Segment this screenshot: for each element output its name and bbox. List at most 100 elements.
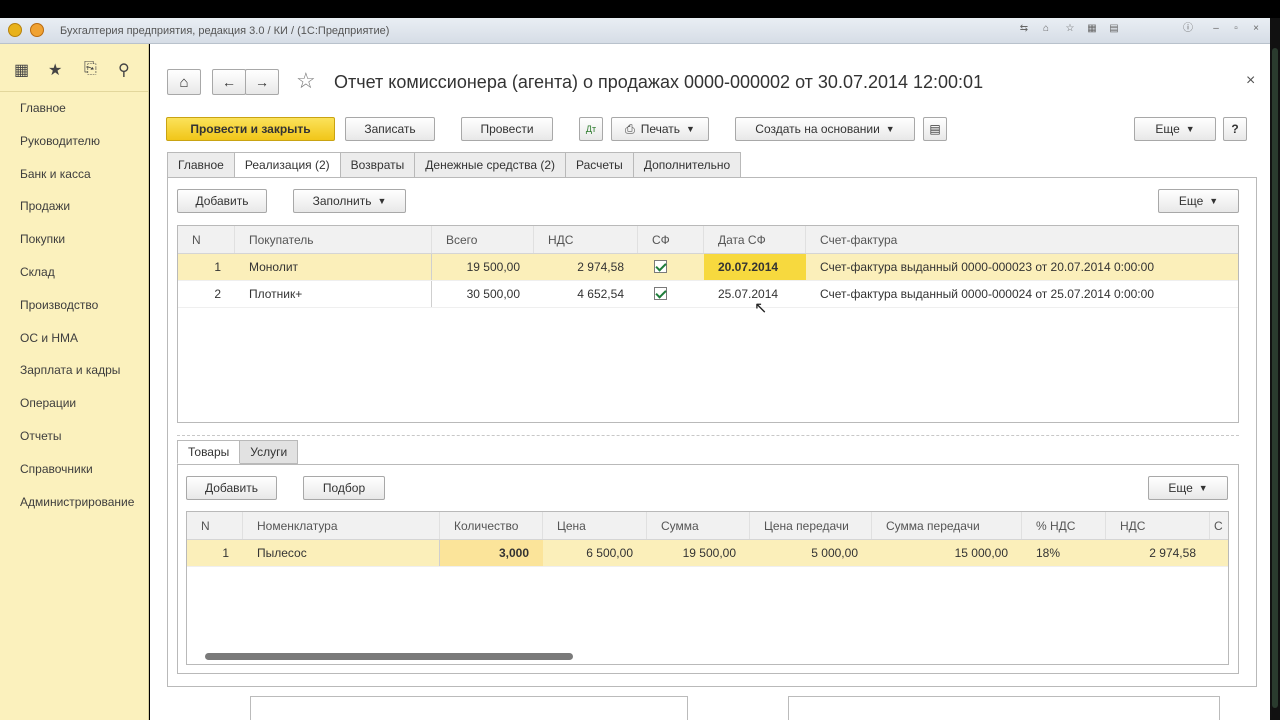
cell-item[interactable]: Пылесос [243,540,440,566]
cell-invoice-flag[interactable] [638,281,704,307]
minimize-icon[interactable]: – [1210,23,1222,35]
sidebar-item-warehouse[interactable]: Склад [0,256,148,289]
column-header[interactable]: Покупатель [235,226,432,253]
column-header[interactable]: Количество [440,512,543,539]
sidebar-item-reports[interactable]: Отчеты [0,420,148,453]
post-and-close-button[interactable]: Провести и закрыть [166,117,335,141]
table-row[interactable]: 1 Монолит 19 500,00 2 974,58 20.07.2014 … [178,254,1238,281]
splitter[interactable] [177,435,1239,436]
table-row[interactable]: 1 Пылесос 3,000 6 500,00 19 500,00 5 000… [187,540,1228,567]
cell-vat-rate[interactable]: 18% [1022,540,1106,566]
sidebar-item-production[interactable]: Производство [0,289,148,322]
column-header[interactable]: Сумма передачи [872,512,1022,539]
column-header[interactable]: Цена передачи [750,512,872,539]
sidebar-item-admin[interactable]: Администрирование [0,486,148,519]
forward-button[interactable]: → [245,69,279,95]
cell-invoice-flag[interactable] [638,254,704,280]
column-header[interactable]: Сумма [647,512,750,539]
menu-icon[interactable] [30,23,44,37]
cell-price[interactable]: 6 500,00 [543,540,647,566]
post-button[interactable]: Провести [461,117,553,141]
column-header[interactable]: Номенклатура [243,512,440,539]
tab-sales[interactable]: Реализация (2) [234,152,341,178]
save-button[interactable]: Записать [345,117,435,141]
sales-more-button[interactable]: Еще ▼ [1158,189,1239,213]
cell-buyer[interactable]: Плотник+ [235,281,432,307]
column-header[interactable]: НДС [534,226,638,253]
checkbox-checked-icon[interactable] [654,260,667,273]
sidebar-item-purchases[interactable]: Покупки [0,223,148,256]
close-window-icon[interactable]: × [1250,23,1262,35]
tab-cash[interactable]: Денежные средства (2) [415,152,567,178]
pick-button[interactable]: Подбор [303,476,385,500]
cell-transfer-price[interactable]: 5 000,00 [750,540,872,566]
tab-goods[interactable]: Товары [177,440,241,464]
column-header[interactable]: НДС [1106,512,1210,539]
sidebar-item-sales[interactable]: Продажи [0,190,148,223]
tab-main[interactable]: Главное [167,152,235,178]
restore-icon[interactable]: ▫ [1230,23,1242,35]
column-header[interactable]: % НДС [1022,512,1106,539]
home-icon[interactable]: ⌂ [1040,23,1052,35]
apps-grid-icon[interactable]: ▦ [14,60,29,80]
search-icon[interactable]: ⚲ [118,60,130,80]
back-button[interactable]: ← [212,69,246,95]
goods-add-button[interactable]: Добавить [186,476,277,500]
calendar-icon[interactable]: ▦ [1086,23,1098,35]
cell-invoice[interactable]: Счет-фактура выданный 0000-000023 от 20.… [806,254,1238,280]
help-button[interactable]: ? [1223,117,1247,141]
column-header[interactable]: N [178,226,235,253]
sales-add-button[interactable]: Добавить [177,189,267,213]
info-icon[interactable]: ⓘ [1182,23,1194,35]
cell-qty[interactable]: 3,000 [440,540,543,566]
sidebar-item-payroll[interactable]: Зарплата и кадры [0,354,148,387]
tab-returns[interactable]: Возвраты [340,152,416,178]
cell-vat[interactable]: 2 974,58 [1106,540,1210,566]
column-header[interactable]: N [187,512,243,539]
horizontal-scrollbar[interactable] [205,653,573,660]
column-header[interactable]: С [1210,512,1228,539]
create-based-on-button[interactable]: Создать на основании ▼ [735,117,915,141]
tab-services[interactable]: Услуги [240,440,299,464]
scrollbar-thumb[interactable] [1272,48,1278,708]
tab-settlements[interactable]: Расчеты [566,152,634,178]
checkbox-checked-icon[interactable] [654,287,667,300]
more-button[interactable]: Еще ▼ [1134,117,1216,141]
outer-scrollbar[interactable] [1270,18,1280,720]
print-button[interactable]: ⎙ Печать ▼ [611,117,709,141]
document-structure-button[interactable]: ▤ [923,117,947,141]
cell-sum[interactable]: 19 500,00 [647,540,750,566]
nav-icon[interactable]: ⇆ [1018,23,1030,35]
sidebar-item-catalogs[interactable]: Справочники [0,453,148,486]
sidebar-item-operations[interactable]: Операции [0,387,148,420]
home-button[interactable]: ⌂ [167,69,201,95]
cell-total[interactable]: 19 500,00 [432,254,534,280]
column-header[interactable]: Счет-фактура [806,226,1238,253]
column-header[interactable]: Цена [543,512,647,539]
sidebar-item-main[interactable]: Главное [0,92,148,125]
column-header[interactable]: СФ [638,226,704,253]
column-header[interactable]: Всего [432,226,534,253]
tab-additional[interactable]: Дополнительно [633,152,742,178]
cell-vat[interactable]: 4 652,54 [534,281,638,307]
column-header[interactable]: Дата СФ [704,226,806,253]
history-icon[interactable]: ⎘ [84,60,97,78]
bottom-field[interactable] [250,696,688,720]
grid-icon[interactable]: ▤ [1108,23,1120,35]
favorite-star-icon[interactable]: ☆ [296,68,316,94]
cell-invoice[interactable]: Счет-фактура выданный 0000-000024 от 25.… [806,281,1238,307]
favorites-star-icon[interactable]: ★ [48,60,62,80]
goods-more-button[interactable]: Еще ▼ [1148,476,1228,500]
fill-button[interactable]: Заполнить ▼ [293,189,406,213]
cell-total[interactable]: 30 500,00 [432,281,534,307]
sidebar-item-manager[interactable]: Руководителю [0,125,148,158]
sidebar-item-bank[interactable]: Банк и касса [0,158,148,191]
cell-invoice-date[interactable]: 20.07.2014 [704,254,806,280]
close-form-button[interactable]: × [1246,72,1255,90]
table-row[interactable]: 2 Плотник+ 30 500,00 4 652,54 25.07.2014… [178,281,1238,308]
cell-transfer-sum[interactable]: 15 000,00 [872,540,1022,566]
cell-buyer[interactable]: Монолит [235,254,432,280]
star-icon[interactable]: ☆ [1064,23,1076,35]
sidebar-item-assets[interactable]: ОС и НМА [0,322,148,355]
cell-vat[interactable]: 2 974,58 [534,254,638,280]
